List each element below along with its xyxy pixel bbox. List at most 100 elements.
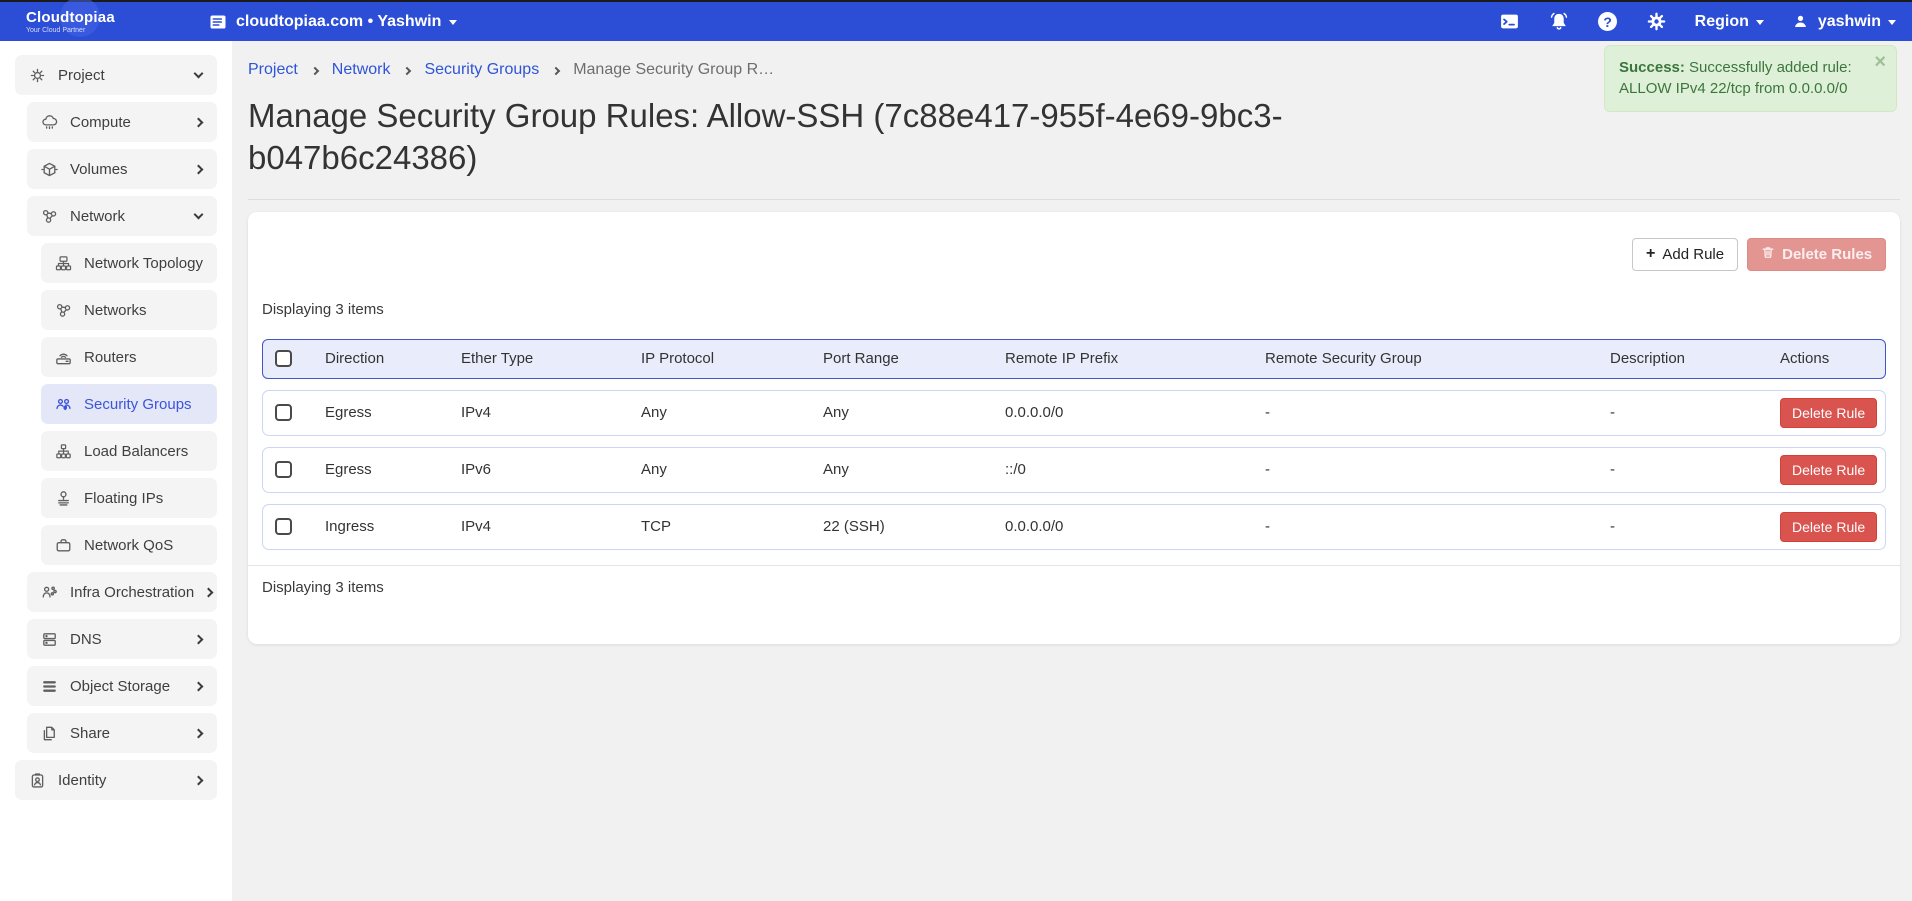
chevron-right-icon — [204, 587, 214, 597]
sidebar-item-network-topology[interactable]: Network Topology — [41, 243, 217, 283]
cell-description: - — [1610, 461, 1780, 478]
security-groups-icon — [53, 394, 73, 414]
sidebar-item-identity[interactable]: Identity — [15, 760, 217, 800]
sidebar-item-label: Network QoS — [84, 537, 205, 554]
network-nodes-icon — [39, 206, 59, 226]
sidebar-item-label: Volumes — [70, 161, 184, 178]
brand-name: Cloudtopiaa — [26, 9, 136, 26]
breadcrumb-project[interactable]: Project — [248, 61, 298, 79]
select-all-checkbox[interactable] — [275, 350, 292, 367]
chevron-down-icon — [1888, 20, 1896, 25]
delete-rules-label: Delete Rules — [1782, 246, 1872, 263]
chevron-down-icon — [194, 69, 204, 79]
cell-ether-type: IPv6 — [461, 461, 641, 478]
column-header-actions: Actions — [1780, 350, 1877, 367]
row-checkbox[interactable] — [275, 404, 292, 421]
table-header-row: Direction Ether Type IP Protocol Port Ra… — [262, 339, 1886, 379]
sidebar-item-network-qos[interactable]: Network QoS — [41, 525, 217, 565]
chevron-down-icon — [194, 210, 204, 220]
share-document-icon — [39, 723, 59, 743]
breadcrumb-network[interactable]: Network — [332, 61, 391, 79]
bell-icon[interactable] — [1548, 11, 1570, 33]
sidebar-item-floating-ips[interactable]: Floating IPs — [41, 478, 217, 518]
table-row: Egress IPv6 Any Any ::/0 - - Delete Rule — [262, 447, 1886, 493]
cell-ip-protocol: TCP — [641, 518, 823, 535]
sidebar-item-security-groups[interactable]: Security Groups — [41, 384, 217, 424]
close-icon[interactable] — [1874, 52, 1886, 72]
network-qos-icon — [53, 535, 73, 555]
sidebar-item-infra-orchestration[interactable]: Infra Orchestration — [27, 572, 217, 612]
top-navbar: Cloudtopiaa Your Cloud Partner cloudtopi… — [0, 2, 1912, 41]
delete-rule-button[interactable]: Delete Rule — [1780, 398, 1877, 428]
table-footer-divider — [248, 565, 1900, 566]
context-switcher-label: cloudtopiaa.com • Yashwin — [236, 13, 441, 31]
cell-port-range: Any — [823, 461, 1005, 478]
sidebar-item-label: Project — [58, 67, 184, 84]
chevron-right-icon — [194, 775, 204, 785]
cell-ether-type: IPv4 — [461, 404, 641, 421]
region-menu[interactable]: Region — [1695, 13, 1764, 31]
sidebar-item-load-balancers[interactable]: Load Balancers — [41, 431, 217, 471]
compute-cloud-icon — [39, 112, 59, 132]
sidebar-item-object-storage[interactable]: Object Storage — [27, 666, 217, 706]
help-icon[interactable] — [1597, 11, 1619, 33]
sidebar-item-label: DNS — [70, 631, 184, 648]
sidebar-item-volumes[interactable]: Volumes — [27, 149, 217, 189]
sidebar-item-compute[interactable]: Compute — [27, 102, 217, 142]
delete-rules-button[interactable]: Delete Rules — [1747, 238, 1886, 271]
sidebar-item-label: Routers — [84, 349, 205, 366]
sidebar-item-label: Network — [70, 208, 184, 225]
add-rule-button[interactable]: Add Rule — [1632, 238, 1738, 271]
cell-port-range: Any — [823, 404, 1005, 421]
chevron-right-icon — [552, 66, 560, 74]
project-gear-icon — [27, 65, 47, 85]
gear-icon[interactable] — [1646, 11, 1668, 33]
chevron-right-icon — [194, 117, 204, 127]
items-count-top: Displaying 3 items — [262, 301, 1886, 318]
brand-logo[interactable]: Cloudtopiaa Your Cloud Partner — [26, 9, 136, 34]
cell-direction: Ingress — [325, 518, 461, 535]
column-header-direction: Direction — [325, 350, 461, 367]
networks-icon — [53, 300, 73, 320]
column-header-port-range: Port Range — [823, 350, 1005, 367]
column-header-remote-security-group: Remote Security Group — [1265, 350, 1610, 367]
chevron-down-icon — [449, 20, 457, 25]
table-row: Egress IPv4 Any Any 0.0.0.0/0 - - Delete… — [262, 390, 1886, 436]
table-row: Ingress IPv4 TCP 22 (SSH) 0.0.0.0/0 - - … — [262, 504, 1886, 550]
sidebar-item-label: Network Topology — [84, 255, 205, 272]
delete-rule-button[interactable]: Delete Rule — [1780, 455, 1877, 485]
load-balancers-icon — [53, 441, 73, 461]
sidebar-item-project[interactable]: Project — [15, 55, 217, 95]
sidebar-item-label: Floating IPs — [84, 490, 205, 507]
console-icon[interactable] — [1499, 11, 1521, 33]
sidebar-item-routers[interactable]: Routers — [41, 337, 217, 377]
user-menu[interactable]: yashwin — [1791, 12, 1896, 32]
sidebar-item-label: Security Groups — [84, 396, 205, 413]
success-toast: Success: Successfully added rule: ALLOW … — [1604, 45, 1897, 112]
row-checkbox[interactable] — [275, 518, 292, 535]
breadcrumb-security-groups[interactable]: Security Groups — [424, 61, 539, 79]
sidebar-item-networks[interactable]: Networks — [41, 290, 217, 330]
cell-remote-security-group: - — [1265, 518, 1610, 535]
cell-description: - — [1610, 404, 1780, 421]
brand-tagline: Your Cloud Partner — [26, 27, 136, 34]
cell-direction: Egress — [325, 461, 461, 478]
add-rule-label: Add Rule — [1662, 246, 1724, 263]
sidebar-item-label: Networks — [84, 302, 205, 319]
sidebar-item-share[interactable]: Share — [27, 713, 217, 753]
row-checkbox[interactable] — [275, 461, 292, 478]
sidebar-item-network[interactable]: Network — [27, 196, 217, 236]
sidebar-item-label: Compute — [70, 114, 184, 131]
cell-remote-ip-prefix: ::/0 — [1005, 461, 1265, 478]
sidebar: Project Compute Volumes Network — [0, 41, 232, 901]
delete-rule-button[interactable]: Delete Rule — [1780, 512, 1877, 542]
cell-description: - — [1610, 518, 1780, 535]
cell-direction: Egress — [325, 404, 461, 421]
chevron-right-icon — [194, 681, 204, 691]
floating-ips-icon — [53, 488, 73, 508]
sidebar-item-dns[interactable]: DNS — [27, 619, 217, 659]
chevron-right-icon — [311, 66, 319, 74]
project-context-switcher[interactable]: cloudtopiaa.com • Yashwin — [208, 12, 457, 32]
identity-badge-icon — [27, 770, 47, 790]
rules-panel: Add Rule Delete Rules Displaying 3 items… — [248, 212, 1900, 644]
